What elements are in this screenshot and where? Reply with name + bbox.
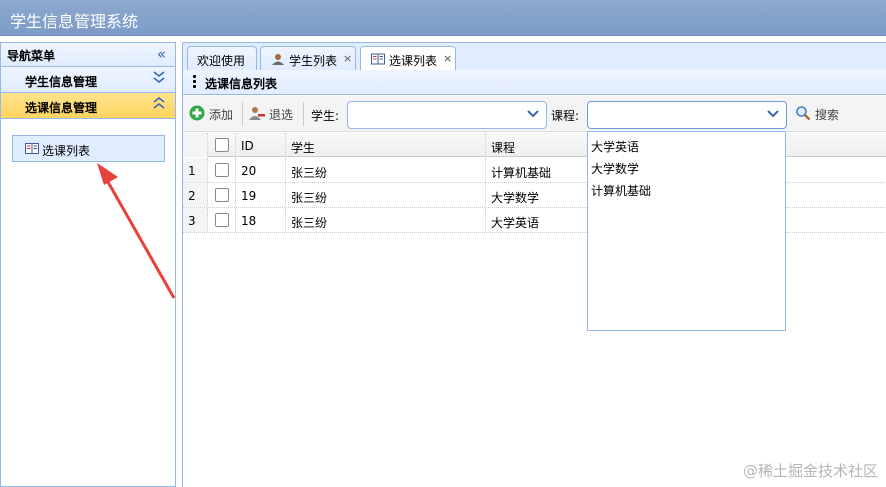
remove-user-icon (249, 107, 265, 120)
double-chevron-down-icon[interactable] (153, 70, 165, 88)
row-select-cell (208, 208, 236, 232)
plus-icon (189, 105, 205, 121)
toolbar-divider (303, 102, 304, 126)
student-filter-label: 学生: (311, 109, 340, 123)
nav-header: 导航菜单 « (1, 43, 175, 67)
title-bar: 学生信息管理系统 (0, 0, 886, 36)
close-icon[interactable]: × (443, 52, 452, 65)
row-number-text: 3 (188, 214, 196, 228)
row-number-text: 2 (188, 189, 196, 203)
select-all-cell (208, 133, 236, 157)
panel-title: 选课信息列表 (205, 77, 278, 91)
row-number: 1 (183, 158, 208, 182)
cell-text: 18 (241, 214, 257, 228)
cell-student: 张三纷 (286, 158, 486, 182)
row-number-header (183, 133, 208, 157)
book-icon (25, 143, 39, 154)
nav-header-label: 导航菜单 (7, 49, 56, 63)
double-chevron-up-icon[interactable] (153, 96, 165, 114)
tab-welcome[interactable]: 欢迎使用 (187, 46, 257, 71)
chevron-down-icon[interactable] (526, 109, 540, 119)
tab-label: 选课列表 (389, 54, 438, 68)
row-checkbox[interactable] (215, 188, 229, 202)
add-button-label: 添加 (209, 108, 234, 122)
app-window: 学生信息管理系统 导航菜单 « 学生信息管理 选课信息管理 选课列表 欢迎使用 … (0, 0, 886, 487)
cell-text: 大学英语 (491, 216, 540, 230)
toolbar: 添加 退选 学生: 课程: 搜索 (183, 96, 886, 132)
dropdown-option-label: 大学英语 (591, 140, 640, 154)
tab-student-list[interactable]: 学生列表 × (260, 46, 356, 71)
column-header-id[interactable]: ID (236, 133, 286, 157)
book-icon (371, 53, 385, 65)
cell-text: 张三纷 (291, 216, 328, 230)
tab-label: 学生列表 (289, 54, 338, 68)
watermark: @稀土掘金技术社区 (742, 462, 878, 480)
search-icon (796, 106, 811, 121)
tab-label: 欢迎使用 (197, 54, 246, 68)
student-select[interactable] (347, 101, 547, 129)
toolbar-divider (242, 102, 243, 126)
dropdown-option-label: 计算机基础 (591, 184, 652, 198)
row-checkbox[interactable] (215, 213, 229, 227)
annotation-arrow (97, 163, 176, 299)
row-number: 3 (183, 208, 208, 232)
nav-section-label: 选课信息管理 (25, 101, 98, 115)
row-select-cell (208, 158, 236, 182)
search-button[interactable]: 搜索 (795, 105, 855, 123)
menu-dots-icon (193, 75, 197, 90)
nav-section-student[interactable]: 学生信息管理 (1, 67, 175, 93)
cell-text: 大学数学 (491, 191, 540, 205)
tab-course-list[interactable]: 选课列表 × (360, 46, 456, 72)
nav-item-label: 选课列表 (42, 144, 91, 158)
cell-text: 19 (241, 189, 257, 203)
cell-text: 计算机基础 (491, 166, 552, 180)
add-button[interactable]: 添加 (189, 105, 239, 123)
cell-id: 18 (236, 208, 286, 232)
row-number: 2 (183, 183, 208, 207)
cell-id: 19 (236, 183, 286, 207)
row-select-cell (208, 183, 236, 207)
column-header-label: ID (241, 139, 254, 153)
cell-id: 20 (236, 158, 286, 182)
tab-strip: 欢迎使用 学生列表 × 选课列表 × (182, 42, 886, 72)
column-header-label: 学生 (291, 141, 316, 155)
nav-section-label: 学生信息管理 (25, 75, 98, 89)
user-icon (272, 54, 284, 65)
close-icon[interactable]: × (343, 52, 352, 65)
course-select[interactable] (587, 101, 787, 129)
dropdown-option[interactable]: 大学数学 (588, 156, 785, 177)
nav-item-course-list[interactable]: 选课列表 (12, 135, 165, 162)
search-button-label: 搜索 (815, 108, 840, 122)
column-header-label: 课程 (491, 141, 516, 155)
course-filter-label: 课程: (551, 109, 580, 123)
dropdown-option[interactable]: 大学英语 (588, 134, 785, 155)
double-chevron-left-icon[interactable]: « (157, 45, 166, 63)
app-title: 学生信息管理系统 (10, 12, 139, 31)
row-number-text: 1 (188, 164, 196, 178)
cell-text: 张三纷 (291, 166, 328, 180)
cell-student: 张三纷 (286, 208, 486, 232)
select-all-checkbox[interactable] (215, 138, 229, 152)
cell-text: 张三纷 (291, 191, 328, 205)
column-header-student[interactable]: 学生 (286, 133, 486, 157)
cell-text: 20 (241, 164, 257, 178)
nav-section-course[interactable]: 选课信息管理 (1, 93, 175, 119)
dropdown-option-label: 大学数学 (591, 162, 640, 176)
panel-title-bar: 选课信息列表 (183, 70, 886, 95)
drop-course-button-label: 退选 (269, 108, 294, 122)
chevron-down-icon[interactable] (766, 109, 780, 119)
dropdown-option[interactable]: 计算机基础 (588, 178, 785, 199)
drop-course-button[interactable]: 退选 (249, 105, 299, 123)
cell-student: 张三纷 (286, 183, 486, 207)
course-dropdown-list: 大学英语 大学数学 计算机基础 (587, 131, 786, 331)
row-checkbox[interactable] (215, 163, 229, 177)
